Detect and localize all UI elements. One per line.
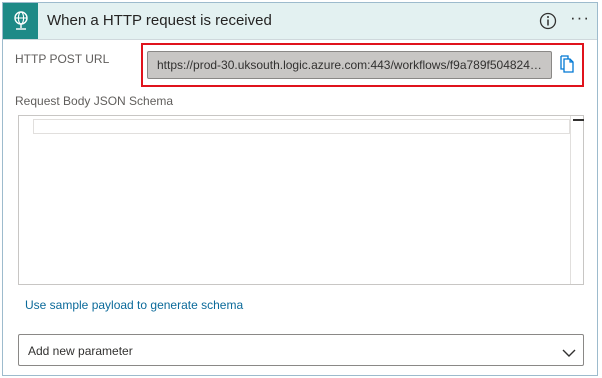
card-header[interactable]: When a HTTP request is received ··· <box>3 3 597 40</box>
sample-payload-link[interactable]: Use sample payload to generate schema <box>25 298 243 312</box>
card-title: When a HTTP request is received <box>47 12 272 29</box>
schema-editor[interactable] <box>18 115 584 285</box>
http-trigger-card: When a HTTP request is received ··· HTTP… <box>2 2 598 376</box>
post-url-field[interactable]: https://prod-30.uksouth.logic.azure.com:… <box>147 51 552 79</box>
schema-label: Request Body JSON Schema <box>15 94 174 108</box>
info-icon[interactable] <box>538 11 558 31</box>
post-url-value: https://prod-30.uksouth.logic.azure.com:… <box>157 58 545 72</box>
editor-scrollbar[interactable] <box>570 116 585 284</box>
copy-icon[interactable] <box>559 55 577 75</box>
http-globe-icon <box>3 3 38 39</box>
add-parameter-dropdown[interactable]: Add new parameter <box>18 334 584 366</box>
more-options-icon[interactable]: ··· <box>570 8 590 28</box>
editor-scrollbar-thumb[interactable] <box>573 119 584 121</box>
chevron-down-icon <box>562 345 576 357</box>
schema-editor-line[interactable] <box>33 119 570 134</box>
post-url-label: HTTP POST URL <box>15 52 110 66</box>
add-parameter-placeholder: Add new parameter <box>28 344 133 358</box>
